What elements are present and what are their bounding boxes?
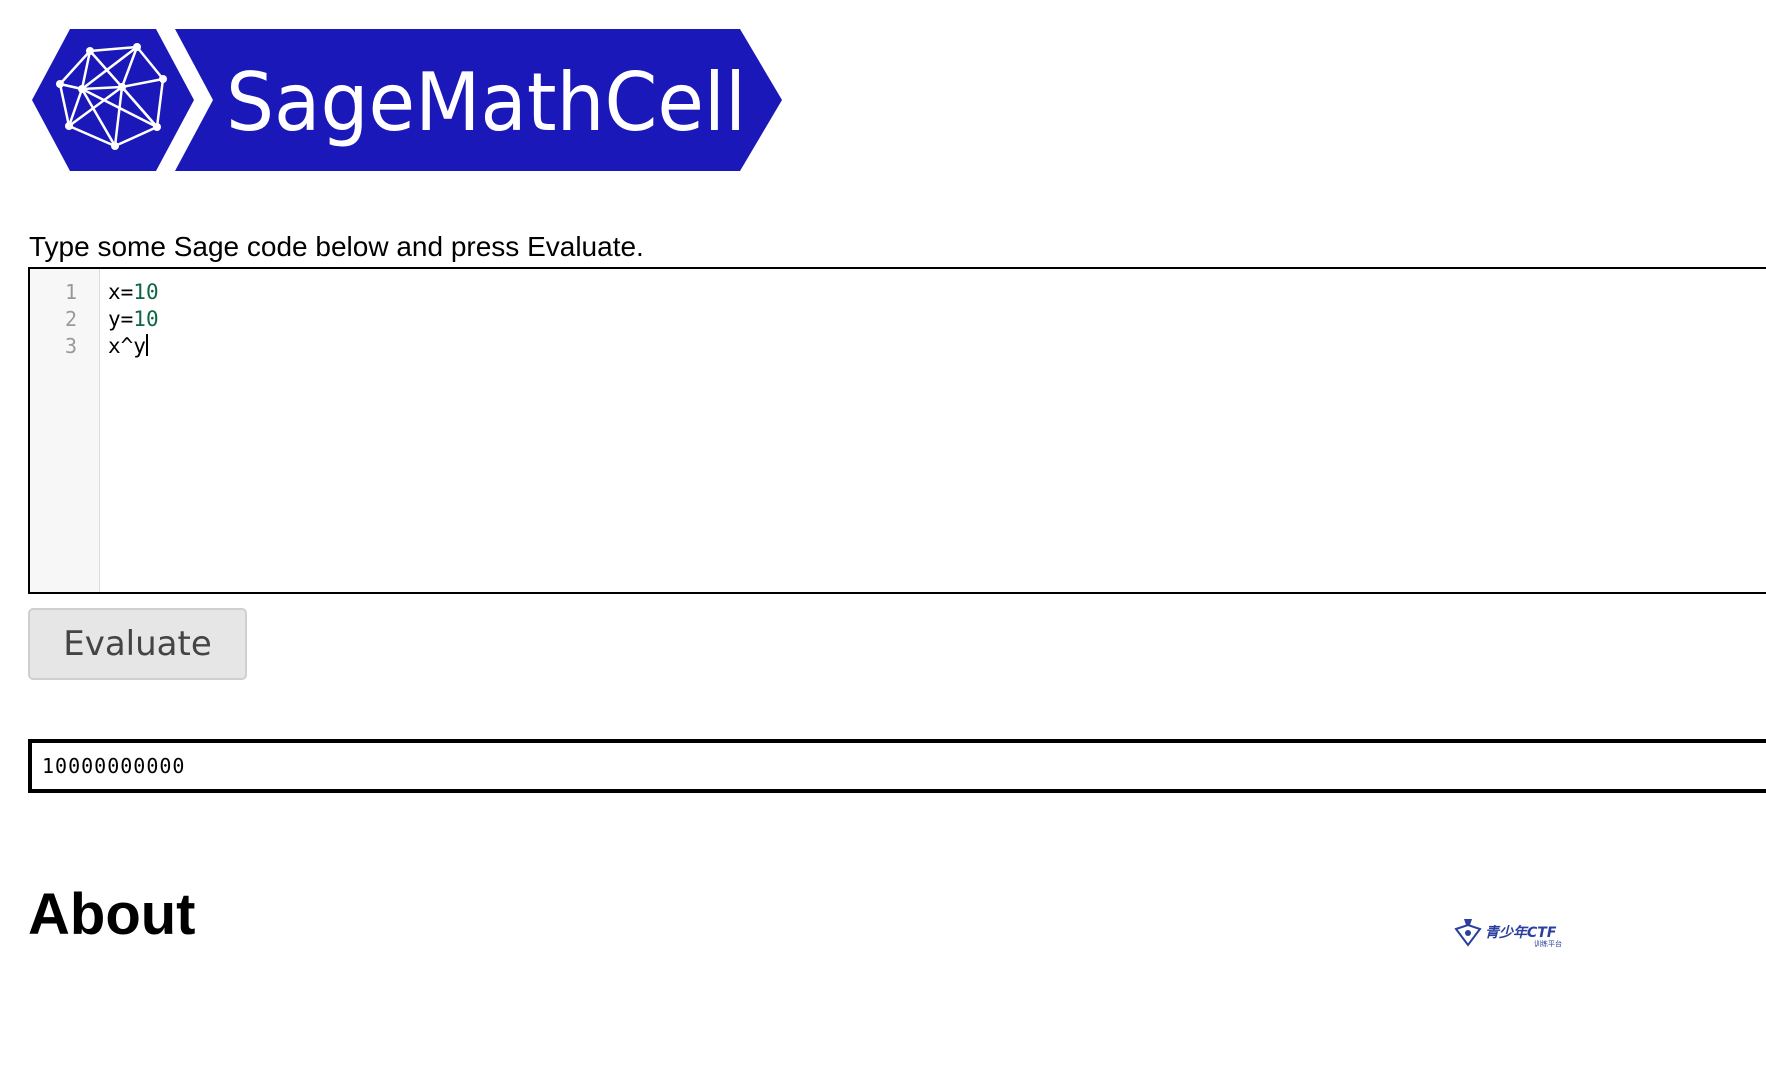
code-token: x^y <box>108 334 146 358</box>
output-box: 10000000000 <box>28 739 1766 793</box>
line-number: 3 <box>64 334 77 358</box>
watermark-subtext: 训练平台 <box>1534 939 1562 948</box>
logo-graphic: SageMathCell <box>32 29 782 171</box>
shield-icon <box>1454 919 1482 947</box>
page: SageMathCell Type some Sage code below a… <box>0 0 1766 1076</box>
code-line[interactable]: x^y <box>108 333 1766 360</box>
line-number: 1 <box>64 280 77 304</box>
code-token: x= <box>108 280 134 304</box>
watermark-logo: 青少年CTF 训练平台 <box>1452 915 1592 949</box>
code-line[interactable]: y=10 <box>108 306 1766 333</box>
number-token: 10 <box>133 280 159 304</box>
watermark-text: 青少年CTF <box>1485 924 1557 941</box>
evaluate-button[interactable]: Evaluate <box>28 608 247 680</box>
about-heading: About <box>28 882 196 947</box>
code-editor[interactable]: 1 2 3 x=10 y=10 x^y <box>28 267 1766 594</box>
sagemathcell-logo[interactable]: SageMathCell <box>32 29 782 171</box>
line-number-gutter: 1 2 3 <box>30 269 100 592</box>
line-number: 2 <box>64 307 77 331</box>
text-cursor <box>145 334 148 356</box>
number-token: 10 <box>133 307 159 331</box>
code-token: y= <box>108 307 134 331</box>
logo-text: SageMathCell <box>226 56 746 149</box>
code-line[interactable]: x=10 <box>108 279 1766 306</box>
intro-text: Type some Sage code below and press Eval… <box>29 231 644 262</box>
code-area[interactable]: x=10 y=10 x^y <box>100 269 1766 592</box>
output-value: 10000000000 <box>42 754 186 778</box>
watermark-graphic: 青少年CTF 训练平台 <box>1454 919 1562 948</box>
